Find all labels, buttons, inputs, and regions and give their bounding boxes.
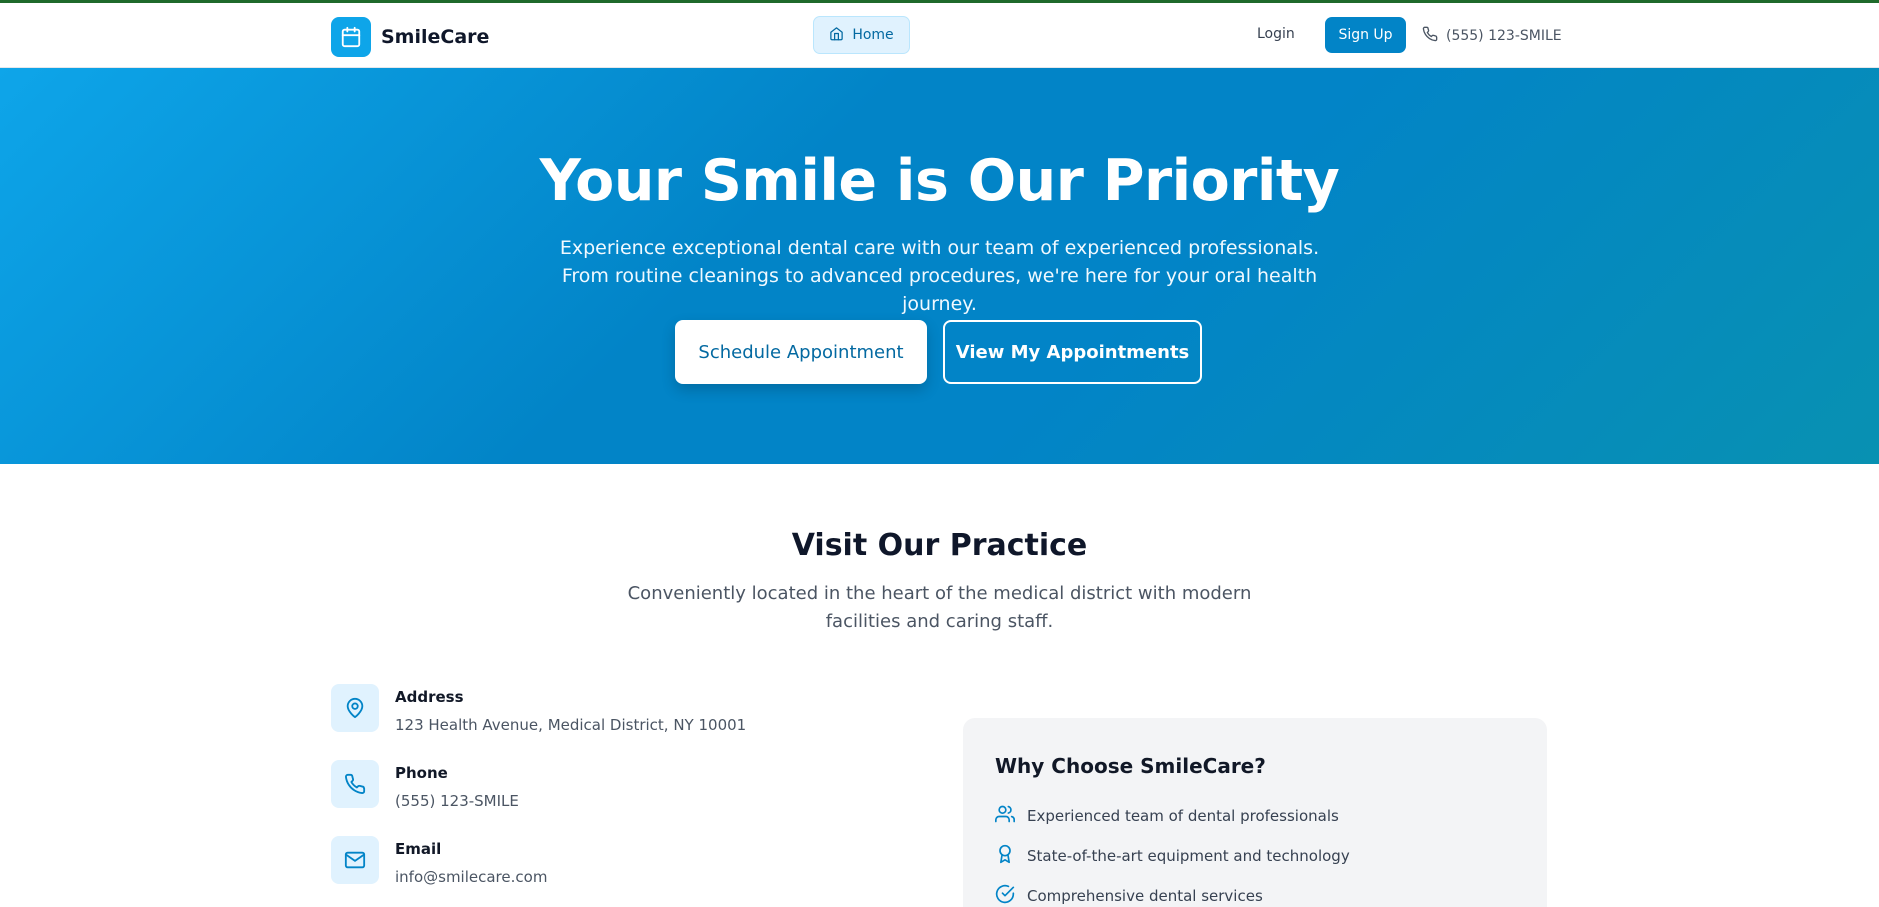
why-choose-card: Why Choose SmileCare? Experienced team o… [963, 718, 1547, 907]
contact-label: Phone [395, 764, 448, 782]
practice-subtitle: Conveniently located in the heart of the… [627, 583, 1252, 632]
site-header: SmileCare Home Login Sign Up (555) 123-S… [0, 3, 1879, 68]
map-pin-icon [331, 684, 379, 732]
contact-value: 123 Health Avenue, Medical District, NY … [395, 716, 747, 734]
brand-name: SmileCare [381, 26, 490, 48]
why-item-text: Comprehensive dental services [1027, 887, 1263, 905]
why-choose-title: Why Choose SmileCare? [995, 754, 1266, 778]
home-icon [829, 26, 844, 45]
practice-title: Visit Our Practice [791, 528, 1088, 563]
why-item-text: State-of-the-art equipment and technolog… [1027, 847, 1350, 865]
hero-subtitle: Experience exceptional dental care with … [559, 237, 1320, 315]
contact-label: Address [395, 688, 464, 706]
mail-icon [331, 836, 379, 884]
hero-title: Your Smile is Our Priority [539, 148, 1340, 214]
calendar-icon [331, 17, 371, 57]
contact-address: Address 123 Health Avenue, Medical Distr… [331, 684, 781, 734]
contact-value[interactable]: (555) 123-SMILE [395, 792, 519, 810]
view-appointments-button[interactable]: View My Appointments [943, 320, 1202, 384]
schedule-appointment-button[interactable]: Schedule Appointment [675, 320, 927, 384]
phone-icon [331, 760, 379, 808]
phone-icon [1422, 26, 1438, 46]
contact-value[interactable]: info@smilecare.com [395, 868, 547, 886]
brand[interactable]: SmileCare [331, 17, 489, 57]
login-link[interactable]: Login [1257, 26, 1295, 42]
why-item-text: Experienced team of dental professionals [1027, 807, 1339, 825]
contact-phone: Phone (555) 123-SMILE [331, 760, 781, 810]
nav-home-label: Home [852, 27, 894, 43]
contact-email: Email info@smilecare.com [331, 836, 781, 886]
why-item: Comprehensive dental services [995, 884, 1263, 907]
check-circle-icon [995, 884, 1015, 907]
contact-label: Email [395, 840, 442, 858]
signup-button[interactable]: Sign Up [1325, 17, 1406, 53]
users-icon [995, 804, 1016, 828]
hero-section: Your Smile is Our Priority Experience ex… [0, 68, 1879, 464]
header-phone[interactable]: (555) 123-SMILE [1422, 26, 1562, 46]
nav-home-button[interactable]: Home [813, 16, 910, 54]
header-phone-number: (555) 123-SMILE [1446, 28, 1562, 44]
award-icon [995, 844, 1015, 868]
why-item: Experienced team of dental professionals [995, 804, 1339, 828]
why-item: State-of-the-art equipment and technolog… [995, 844, 1350, 868]
